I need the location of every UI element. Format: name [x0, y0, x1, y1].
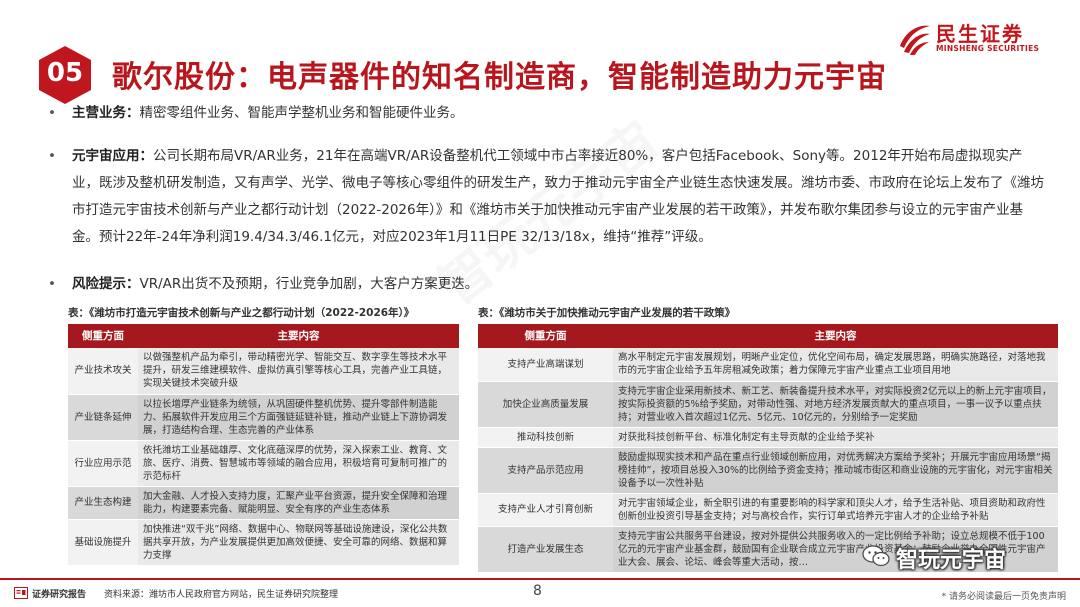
table-header-row: 侧重方面 主要内容	[478, 324, 1058, 348]
bullet-label: 风险提示：	[72, 276, 140, 292]
bullet-dot-icon: •	[48, 148, 56, 164]
row-aspect: 产业生态构建	[68, 486, 138, 520]
wechat-icon	[862, 545, 890, 567]
bullet-text: 精密零组件业务、智能声学整机业务和智能硬件业务。	[139, 105, 464, 121]
row-aspect: 产业技术攻关	[68, 348, 138, 395]
footer-report-label: 证券研究报告	[32, 590, 87, 600]
table-row: 基础设施提升 加快推进“双千兆”网络、数据中心、物联网等基础设施建设，深化公共数…	[68, 519, 459, 566]
header-content: 主要内容	[613, 324, 1058, 348]
bullet-risk-warning: • 风险提示：VR/AR出货不及预期，行业竞争加剧，大客户方案更迭。	[48, 271, 1048, 298]
bullet-text: VR/AR出货不及预期，行业竞争加剧，大客户方案更迭。	[139, 276, 479, 292]
bullet-label: 元宇宙应用：	[72, 148, 153, 164]
row-aspect: 基础设施提升	[68, 519, 138, 566]
footer-divider	[0, 578, 1080, 580]
header-aspect: 侧重方面	[68, 324, 138, 348]
page-title: 歌尔股份：电声器件的知名制造商，智能制造助力元宇宙	[112, 60, 887, 95]
table-header-row: 侧重方面 主要内容	[68, 324, 459, 348]
row-content: 对元宇宙领域企业，新全职引进的有重要影响的科学家和顶尖人才，给予生活补贴、项目资…	[613, 493, 1058, 527]
bullet-dot-icon: •	[48, 276, 56, 292]
page-footer: 证券研究报告 资料来源：潍坊市人民政府官方网站，民生证券研究院整理 8 * 请务…	[0, 578, 1080, 607]
bullet-main-business: • 主营业务：精密零组件业务、智能声学整机业务和智能硬件业务。	[48, 100, 1048, 127]
header-aspect: 侧重方面	[478, 324, 613, 348]
row-content: 加快推进“双千兆”网络、数据中心、物联网等基础设施建设，深化公共数据共享开放，为…	[138, 519, 459, 566]
row-aspect: 支持产业人才引育创新	[478, 493, 613, 527]
table-row: 产业链条延伸 以拉长增厚产业链条为统领，从巩固硬件整机优势、提升零部件制造能力、…	[68, 394, 459, 441]
table-row: 支持产业高端谋划 高水平制定元宇宙发展规划，明晰产业定位，优化空间布局，确定发展…	[478, 348, 1058, 382]
row-aspect: 支持产品示范应用	[478, 447, 613, 494]
table2-caption: 表：《潍坊市关于加快推动元宇宙产业发展的若干政策》	[478, 307, 736, 319]
minsheng-logo-icon	[900, 25, 930, 55]
watermark-text: 智玩元宇宙	[896, 548, 1007, 573]
row-content: 对获批科技创新平台、标准化制定有主导贡献的企业给予奖补	[613, 427, 1058, 448]
wechat-watermark: 智玩元宇宙	[862, 538, 1072, 574]
row-content: 支持元宇宙企业采用新技术、新工艺、新装备提升技术水平，对实际投资2亿元以上的新上…	[613, 381, 1058, 428]
row-content: 以拉长增厚产业链条为统领，从巩固硬件整机优势、提升零部件制造能力、拓展软件开发应…	[138, 394, 459, 441]
section-number: 05	[46, 58, 84, 88]
table-row: 支持产品示范应用 鼓励虚拟现实技术和产品在重点行业领域创新应用，对优秀解决方案给…	[478, 447, 1058, 494]
table-row: 加快企业高质量发展 支持元宇宙企业采用新技术、新工艺、新装备提升技术水平，对实际…	[478, 381, 1058, 428]
row-content: 高水平制定元宇宙发展规划，明晰产业定位，优化空间布局，确定发展思路，明确实施路径…	[613, 348, 1058, 382]
table-row: 产业生态构建 加大金融、人才投入支持力度，汇聚产业平台资源，提升安全保障和治理能…	[68, 486, 459, 520]
bullet-label: 主营业务：	[72, 105, 140, 121]
footer-disclaimer: * 请务必阅读最后一页免责声明	[941, 592, 1066, 602]
action-plan-table: 侧重方面 主要内容 产业技术攻关 以做强整机产品为牵引，带动精密光学、智能交互、…	[68, 324, 459, 566]
section-badge: 05	[36, 44, 94, 106]
table-row: 行业应用示范 依托潍坊工业基础雄厚、文化底蕴深厚的优势，深入探索工业、教育、文旅…	[68, 440, 459, 487]
row-content: 鼓励虚拟现实技术和产品在重点行业领域创新应用，对优秀解决方案给予奖补；开展元宇宙…	[613, 447, 1058, 494]
row-aspect: 加快企业高质量发展	[478, 381, 613, 428]
bullet-text: 公司长期布局VR/AR业务，21年在高端VR/AR设备整机代工领域中市占率接近8…	[72, 148, 1044, 245]
footer-source: 资料来源：潍坊市人民政府官方网站，民生证券研究院整理	[104, 590, 339, 600]
table-row: 推动科技创新 对获批科技创新平台、标准化制定有主导贡献的企业给予奖补	[478, 427, 1058, 448]
bullet-metaverse-application: • 元宇宙应用：公司长期布局VR/AR业务，21年在高端VR/AR设备整机代工领…	[48, 143, 1048, 251]
company-logo: 民生证券 MINSHENG SECURITIES	[896, 18, 1046, 60]
bullet-dot-icon: •	[48, 105, 56, 121]
policy-table: 侧重方面 主要内容 支持产业高端谋划 高水平制定元宇宙发展规划，明晰产业定位，优…	[478, 324, 1058, 573]
row-content: 以做强整机产品为牵引，带动精密光学、智能交互、数字孪生等技术水平提升，研发三维建…	[138, 348, 459, 395]
row-aspect: 支持产业高端谋划	[478, 348, 613, 382]
page-number: 8	[533, 583, 542, 599]
row-content: 加大金融、人才投入支持力度，汇聚产业平台资源，提升安全保障和治理能力，构建要素完…	[138, 486, 459, 520]
row-aspect: 行业应用示范	[68, 440, 138, 487]
logo-name-cn: 民生证券	[936, 22, 1024, 46]
header-content: 主要内容	[138, 324, 459, 348]
table-row: 支持产业人才引育创新 对元宇宙领域企业，新全职引进的有重要影响的科学家和顶尖人才…	[478, 493, 1058, 527]
row-aspect: 打造产业发展生态	[478, 526, 613, 573]
logo-name-en: MINSHENG SECURITIES	[936, 44, 1040, 53]
table-row: 产业技术攻关 以做强整机产品为牵引，带动精密光学、智能交互、数字孪生等技术水平提…	[68, 348, 459, 395]
row-aspect: 推动科技创新	[478, 427, 613, 448]
row-aspect: 产业链条延伸	[68, 394, 138, 441]
row-content: 依托潍坊工业基础雄厚、文化底蕴深厚的优势，深入探索工业、教育、文旅、医疗、消费、…	[138, 440, 459, 487]
report-book-icon	[14, 587, 28, 599]
table1-caption: 表：《潍坊市打造元宇宙技术创新与产业之都行动计划（2022-2026年）》	[68, 307, 415, 319]
